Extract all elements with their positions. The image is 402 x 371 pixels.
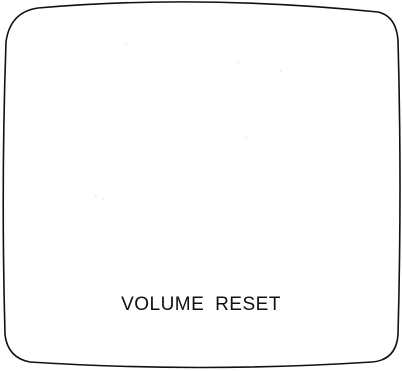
volume-reset-message: VOLUME RESET xyxy=(121,294,281,315)
noise-specks xyxy=(95,43,282,213)
tv-screen: VOLUME RESET xyxy=(0,0,402,371)
